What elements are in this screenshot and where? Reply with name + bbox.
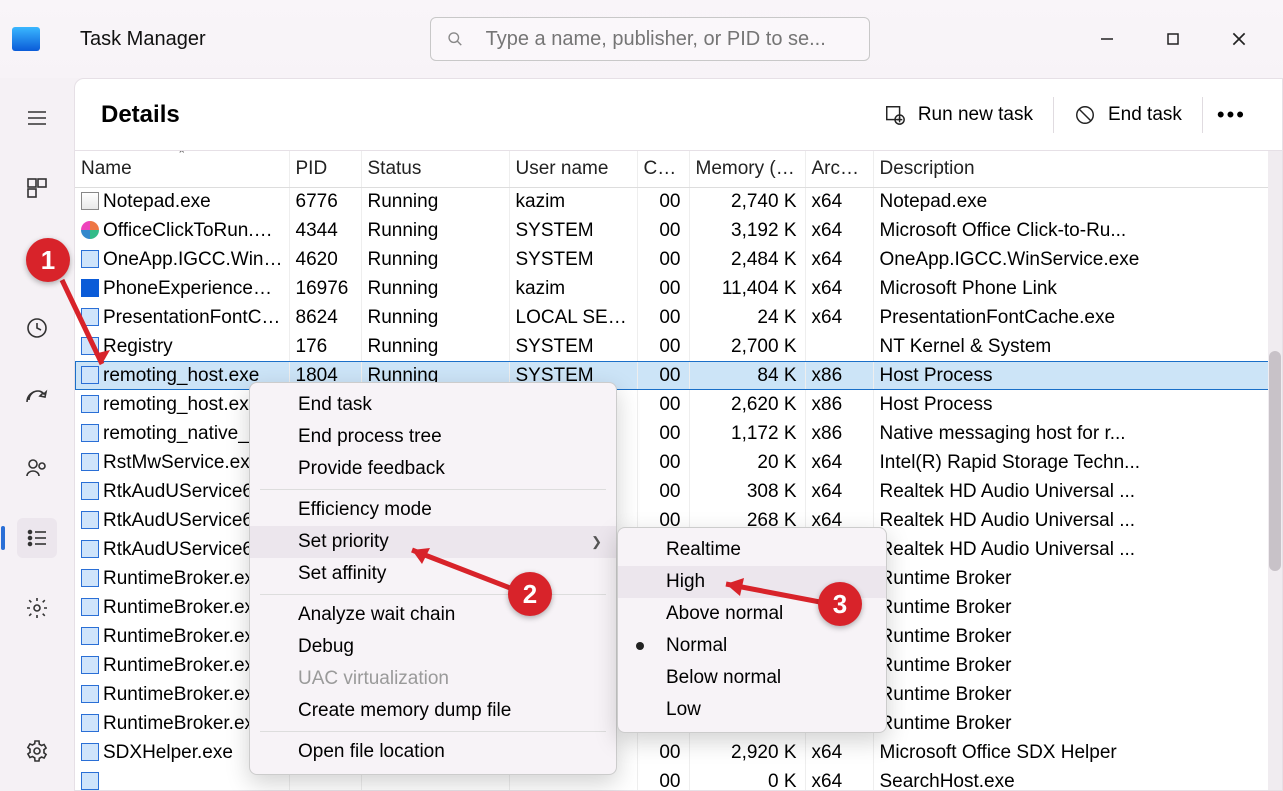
maximize-button[interactable]	[1161, 27, 1185, 51]
separator	[1202, 97, 1203, 133]
table-row[interactable]: Registry176RunningSYSTEM002,700 KNT Kern…	[75, 332, 1282, 361]
process-icon	[81, 511, 99, 529]
menu-item[interactable]: Provide feedback	[250, 453, 616, 485]
annotation-2: 2	[508, 572, 552, 616]
settings-button[interactable]	[17, 731, 57, 771]
process-icon	[81, 743, 99, 761]
annotation-1: 1	[26, 238, 70, 282]
menu-item[interactable]: Debug	[250, 631, 616, 663]
process-icon	[81, 424, 99, 442]
scrollbar-thumb[interactable]	[1269, 351, 1281, 571]
annotation-arrow-2	[398, 540, 518, 596]
search-box[interactable]	[430, 17, 870, 61]
col-pid[interactable]: PID	[289, 151, 361, 187]
search-input[interactable]	[486, 28, 854, 51]
menu-item[interactable]: Below normal	[618, 662, 886, 694]
sidebar	[0, 78, 74, 791]
process-icon	[81, 772, 99, 790]
nav-users[interactable]	[17, 448, 57, 488]
nav-app-history[interactable]	[17, 308, 57, 348]
more-button[interactable]: •••	[1207, 94, 1256, 136]
app-title: Task Manager	[80, 28, 206, 51]
process-icon	[81, 250, 99, 268]
col-user[interactable]: User name	[509, 151, 637, 187]
table-row[interactable]: OneApp.IGCC.WinSer...4620RunningSYSTEM00…	[75, 245, 1282, 274]
col-description[interactable]: Description	[873, 151, 1282, 187]
annotation-arrow-3	[712, 572, 828, 612]
page-title: Details	[101, 101, 180, 129]
nav-startup[interactable]	[17, 378, 57, 418]
table-row[interactable]: PhoneExperienceHos...16976Runningkazim00…	[75, 274, 1282, 303]
table-row[interactable]: OfficeClickToRun.exe4344RunningSYSTEM003…	[75, 216, 1282, 245]
process-icon	[81, 221, 99, 239]
separator	[1053, 97, 1054, 133]
process-icon	[81, 627, 99, 645]
table-row[interactable]: Notepad.exe6776Runningkazim002,740 Kx64N…	[75, 187, 1282, 216]
scrollbar[interactable]	[1268, 151, 1282, 790]
run-task-icon	[884, 104, 906, 126]
menu-item[interactable]: End process tree	[250, 421, 616, 453]
nav-details[interactable]	[17, 518, 57, 558]
app-icon	[12, 27, 40, 51]
hamburger-button[interactable]	[17, 98, 57, 138]
end-task-icon	[1074, 104, 1096, 126]
search-icon	[447, 30, 463, 48]
nav-services[interactable]	[17, 588, 57, 628]
priority-submenu[interactable]: RealtimeHighAbove normalNormalBelow norm…	[617, 527, 887, 733]
menu-item[interactable]: End task	[250, 389, 616, 421]
menu-item[interactable]: Realtime	[618, 534, 886, 566]
menu-item[interactable]: UAC virtualization	[250, 663, 616, 695]
process-icon	[81, 540, 99, 558]
process-icon	[81, 395, 99, 413]
col-architecture[interactable]: Archit...	[805, 151, 873, 187]
menu-item[interactable]: Normal	[618, 630, 886, 662]
table-header-row: ⌃Name PID Status User name CPU Memory (a…	[75, 151, 1282, 187]
run-new-task-button[interactable]: Run new task	[868, 96, 1049, 134]
menu-item[interactable]: Open file location	[250, 736, 616, 768]
process-icon	[81, 714, 99, 732]
process-icon	[81, 482, 99, 500]
menu-item[interactable]: Analyze wait chain	[250, 599, 616, 631]
nav-processes[interactable]	[17, 168, 57, 208]
col-memory[interactable]: Memory (ac...	[689, 151, 805, 187]
menu-item[interactable]: Efficiency mode	[250, 494, 616, 526]
annotation-arrow-1	[52, 272, 122, 382]
menu-item[interactable]: Low	[618, 694, 886, 726]
titlebar: Task Manager	[0, 0, 1283, 78]
col-status[interactable]: Status	[361, 151, 509, 187]
annotation-3: 3	[818, 582, 862, 626]
table-row[interactable]: PresentationFontCac...8624RunningLOCAL S…	[75, 303, 1282, 332]
col-name[interactable]: ⌃Name	[75, 151, 289, 187]
process-icon	[81, 569, 99, 587]
minimize-button[interactable]	[1095, 27, 1119, 51]
menu-item[interactable]: Create memory dump file	[250, 695, 616, 727]
col-cpu[interactable]: CPU	[637, 151, 689, 187]
process-icon	[81, 192, 99, 210]
process-icon	[81, 598, 99, 616]
process-icon	[81, 656, 99, 674]
process-icon	[81, 685, 99, 703]
process-icon	[81, 453, 99, 471]
end-task-button[interactable]: End task	[1058, 96, 1198, 134]
close-button[interactable]	[1227, 27, 1251, 51]
